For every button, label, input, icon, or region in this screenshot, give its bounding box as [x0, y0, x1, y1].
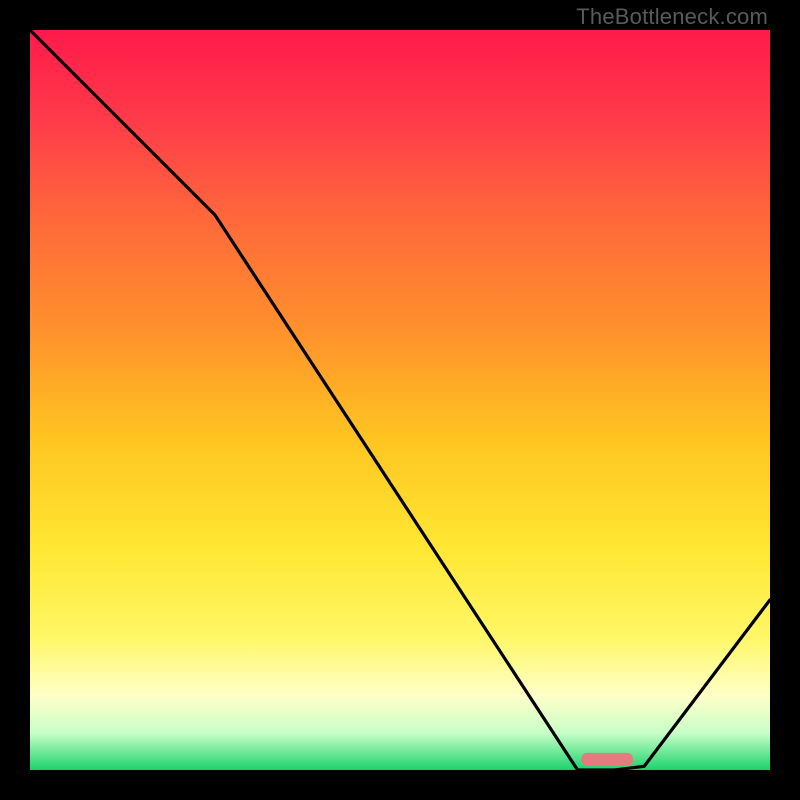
chart-frame: TheBottleneck.com — [0, 0, 800, 800]
optimal-marker — [581, 753, 633, 766]
chart-svg — [30, 30, 770, 770]
watermark-text: TheBottleneck.com — [576, 4, 768, 30]
plot-area — [30, 30, 770, 770]
